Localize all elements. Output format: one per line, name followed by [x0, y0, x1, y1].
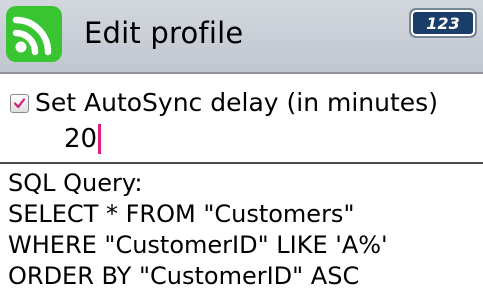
autosync-delay-input[interactable]: 20 [64, 124, 264, 158]
sql-query-panel: SQL Query: SELECT * FROM "Customers" WHE… [8, 168, 478, 292]
sql-line: SELECT * FROM "Customers" [8, 200, 355, 228]
autosync-label: Set AutoSync delay (in minutes) [35, 88, 438, 117]
autosync-checkbox[interactable] [10, 94, 29, 113]
autosync-setting[interactable]: Set AutoSync delay (in minutes) [10, 88, 480, 118]
input-mode-indicator: 123 [409, 8, 477, 38]
checkmark-icon [13, 98, 26, 109]
sql-heading: SQL Query: [8, 169, 143, 197]
text-caret [98, 124, 102, 154]
sql-line: WHERE "CustomerID" LIKE 'A%' [8, 231, 388, 259]
sql-line: ORDER BY "CustomerID" ASC [8, 262, 360, 290]
page-title: Edit profile [84, 16, 244, 50]
autosync-delay-value: 20 [64, 124, 98, 154]
title-bar: Edit profile 123 [0, 0, 483, 74]
divider [0, 162, 483, 164]
rss-feed-icon [6, 6, 62, 62]
